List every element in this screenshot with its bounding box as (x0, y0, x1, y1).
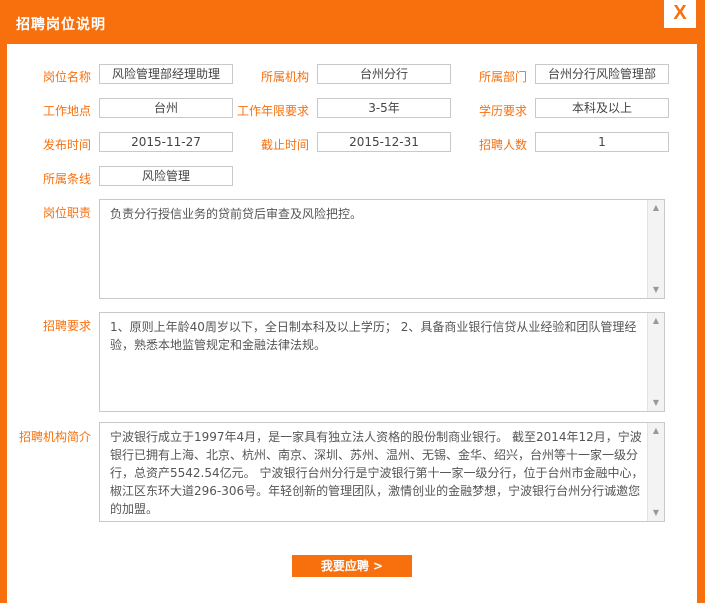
field-deadline: 2015-12-31 (317, 132, 451, 152)
chevron-up-icon[interactable]: ▲ (648, 423, 664, 439)
label-publish-time: 发布时间 (43, 138, 92, 152)
label-education: 学历要求 (479, 104, 528, 118)
dialog-title: 招聘岗位说明 (16, 17, 106, 33)
label-line: 所属条线 (43, 172, 92, 186)
chevron-up-icon[interactable]: ▲ (648, 200, 664, 216)
close-button[interactable]: X (664, 0, 696, 28)
field-position-name: 风险管理部经理助理 (99, 64, 233, 84)
chevron-down-icon[interactable]: ▼ (648, 395, 664, 411)
field-work-years: 3-5年 (317, 98, 451, 118)
requirements-scrollbar[interactable]: ▲ ▼ (647, 313, 664, 411)
label-institution: 所属机构 (261, 70, 310, 84)
field-institution: 台州分行 (317, 64, 451, 84)
label-work-location: 工作地点 (43, 104, 92, 118)
field-line: 风险管理 (99, 166, 233, 186)
textarea-requirements[interactable]: 1、原则上年龄40周岁以下，全日制本科及以上学历； 2、具备商业银行信贷从业经验… (99, 312, 665, 412)
dialog-content: 岗位名称 风险管理部经理助理 所属机构 台州分行 所属部门 台州分行风险管理部 … (7, 44, 697, 603)
job-detail-dialog: 招聘岗位说明 X 岗位名称 风险管理部经理助理 所属机构 台州分行 所属部门 台… (0, 0, 705, 603)
field-publish-time: 2015-11-27 (99, 132, 233, 152)
label-work-years: 工作年限要求 (237, 104, 310, 118)
duties-scrollbar[interactable]: ▲ ▼ (647, 200, 664, 298)
label-position-name: 岗位名称 (43, 70, 92, 84)
textarea-org-intro[interactable]: 宁波银行成立于1997年4月，是一家具有独立法人资格的股份制商业银行。 截至20… (99, 422, 665, 522)
requirements-text: 1、原则上年龄40周岁以下，全日制本科及以上学历； 2、具备商业银行信贷从业经验… (110, 320, 637, 352)
apply-button[interactable]: 我要应聘 > (292, 555, 412, 577)
org-intro-scrollbar[interactable]: ▲ ▼ (647, 423, 664, 521)
chevron-up-icon[interactable]: ▲ (648, 313, 664, 329)
label-requirements: 招聘要求 (43, 319, 92, 333)
label-deadline: 截止时间 (261, 138, 310, 152)
dialog-title-bar: 招聘岗位说明 X (0, 0, 705, 44)
org-intro-text: 宁波银行成立于1997年4月，是一家具有独立法人资格的股份制商业银行。 截至20… (110, 430, 644, 516)
label-headcount: 招聘人数 (479, 138, 528, 152)
chevron-down-icon[interactable]: ▼ (648, 505, 664, 521)
label-org-intro: 招聘机构简介 (19, 430, 92, 444)
field-work-location: 台州 (99, 98, 233, 118)
field-headcount: 1 (535, 132, 669, 152)
label-department: 所属部门 (479, 70, 528, 84)
duties-text: 负责分行授信业务的贷前贷后审查及风险把控。 (110, 207, 363, 221)
chevron-down-icon[interactable]: ▼ (648, 282, 664, 298)
textarea-duties[interactable]: 负责分行授信业务的贷前贷后审查及风险把控。 ▲ ▼ (99, 199, 665, 299)
field-department: 台州分行风险管理部 (535, 64, 669, 84)
field-education: 本科及以上 (535, 98, 669, 118)
label-duties: 岗位职责 (43, 206, 92, 220)
